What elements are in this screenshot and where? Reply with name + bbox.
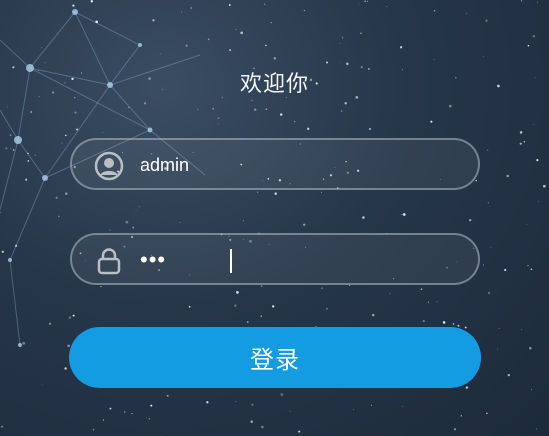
lock-icon [97,248,121,275]
username-input[interactable] [140,150,460,180]
page-title: 欢迎你 [239,72,309,97]
user-icon [94,151,124,181]
login-button[interactable]: 登录 [69,327,481,388]
username-field[interactable] [70,138,480,190]
text-caret [230,249,232,273]
password-input[interactable] [140,245,460,275]
password-field[interactable] [70,233,480,285]
